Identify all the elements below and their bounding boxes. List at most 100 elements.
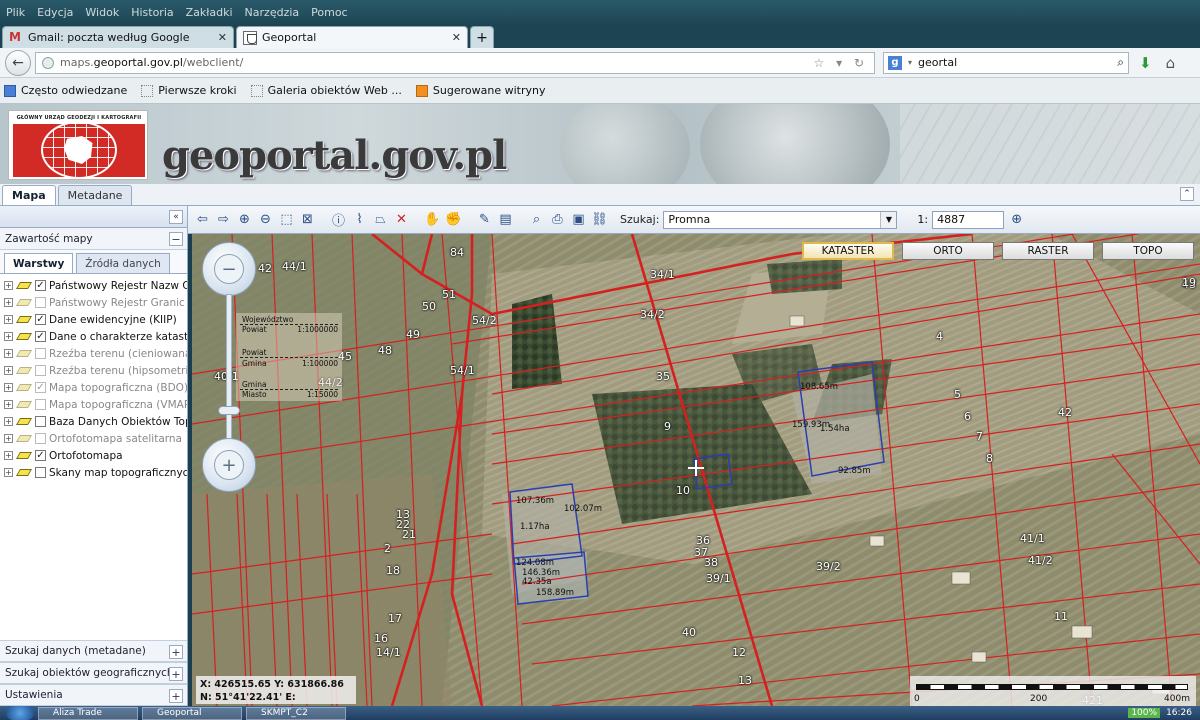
scale-input[interactable]: 4887: [932, 210, 1005, 229]
plus-icon[interactable]: +: [169, 645, 183, 659]
parcel-number-label[interactable]: 41/2: [1028, 554, 1053, 567]
layer-checkbox[interactable]: [35, 348, 46, 359]
new-tab-button[interactable]: +: [470, 26, 494, 48]
parcel-number-label[interactable]: 54/2: [472, 314, 497, 327]
plus-icon[interactable]: +: [169, 667, 183, 681]
layer-button-topo[interactable]: TOPO: [1102, 242, 1194, 260]
collapse-header-icon[interactable]: ⌃: [1180, 187, 1194, 201]
menu-item[interactable]: Edycja: [37, 6, 73, 19]
parcel-number-label[interactable]: 34/1: [650, 268, 675, 281]
parcel-number-label[interactable]: 5: [954, 388, 961, 401]
menu-item[interactable]: Pomoc: [311, 6, 347, 19]
layer-checkbox[interactable]: [35, 416, 46, 427]
expand-icon[interactable]: +: [4, 383, 13, 392]
measure-distance-icon[interactable]: ⌇: [351, 211, 368, 228]
section-search-geo-objects[interactable]: Szukaj obiektów geograficznych +: [0, 662, 187, 684]
parcel-number-label[interactable]: 14/1: [376, 646, 401, 659]
start-button[interactable]: [6, 706, 34, 720]
expand-icon[interactable]: +: [4, 315, 13, 324]
clear-measure-icon[interactable]: ✕: [393, 211, 410, 228]
section-search-metadata[interactable]: Szukaj danych (metadane) +: [0, 640, 187, 662]
back-button[interactable]: ←: [5, 49, 31, 76]
menu-item[interactable]: Widok: [85, 6, 119, 19]
parcel-number-label[interactable]: 11: [1054, 610, 1068, 623]
zoom-in-icon[interactable]: ⊕: [236, 211, 253, 228]
gugik-logo[interactable]: GŁÓWNY URZĄD GEODEZJI I KARTOGRAFII: [8, 110, 148, 180]
parcel-number-label[interactable]: 18: [386, 564, 400, 577]
layer-checkbox[interactable]: [35, 365, 46, 376]
parcel-number-label[interactable]: 50: [422, 300, 436, 313]
layer-item[interactable]: + Państwowy Rejestr Granic: [0, 294, 187, 311]
parcel-number-label[interactable]: 34/2: [640, 308, 665, 321]
parcel-number-label[interactable]: 17: [388, 612, 402, 625]
clock[interactable]: 16:26: [1166, 708, 1192, 718]
parcel-number-label[interactable]: 7: [976, 430, 983, 443]
tab-metadane[interactable]: Metadane: [57, 185, 133, 205]
section-settings[interactable]: Ustawienia +: [0, 684, 187, 706]
parcel-number-label[interactable]: 21: [402, 528, 416, 541]
layer-item[interactable]: + ✓Państwowy Rejestr Nazw Geograficznych: [0, 277, 187, 294]
layer-item[interactable]: + Rzeźba terenu (hipsometria): [0, 362, 187, 379]
close-tab-icon[interactable]: ✕: [452, 31, 461, 44]
parcel-number-label[interactable]: 35: [656, 370, 670, 383]
parcel-number-label[interactable]: 41/1: [1020, 532, 1045, 545]
expand-icon[interactable]: +: [4, 434, 13, 443]
measure-area-icon[interactable]: ⏢: [372, 211, 389, 228]
print-icon[interactable]: ⎙: [549, 211, 566, 228]
minus-icon[interactable]: −: [169, 232, 183, 246]
legend-icon[interactable]: ▤: [497, 211, 514, 228]
layer-item[interactable]: + ✓ Mapa topograficzna (BDO): [0, 379, 187, 396]
zoom-slider-track[interactable]: [226, 294, 232, 444]
parcel-number-label[interactable]: 44/1: [282, 260, 307, 273]
menu-item[interactable]: Plik: [6, 6, 25, 19]
place-search-input[interactable]: Promna ▼: [663, 210, 898, 229]
taskbar-item[interactable]: Geoportal: [142, 706, 242, 720]
expand-icon[interactable]: +: [4, 417, 13, 426]
scale-level-row[interactable]: [240, 357, 338, 358]
expand-icon[interactable]: +: [4, 468, 13, 477]
parcel-number-label[interactable]: 40: [682, 626, 696, 639]
expand-icon[interactable]: +: [4, 400, 13, 409]
parcel-number-label[interactable]: 9: [664, 420, 671, 433]
bookmark-star-icon[interactable]: ☆ ▾ ↻: [814, 56, 868, 70]
expand-icon[interactable]: +: [4, 332, 13, 341]
layer-item[interactable]: + ✓ Dane ewidencyjne (KIIP): [0, 311, 187, 328]
layer-checkbox[interactable]: [35, 297, 46, 308]
layer-item[interactable]: + Ortofotomapa satelitarna: [0, 430, 187, 447]
taskbar-item[interactable]: Aliza Trade: [38, 706, 138, 720]
info-icon[interactable]: ⓘ: [330, 211, 347, 229]
parcel-number-label[interactable]: 39/1: [706, 572, 731, 585]
layer-checkbox[interactable]: [35, 467, 46, 478]
home-icon[interactable]: ⌂: [1166, 54, 1176, 72]
expand-icon[interactable]: +: [4, 281, 13, 290]
google-icon[interactable]: g: [888, 55, 902, 70]
bookmark-most-visited[interactable]: Często odwiedzane: [4, 84, 127, 97]
expand-icon[interactable]: +: [4, 298, 13, 307]
parcel-number-label[interactable]: 42: [258, 262, 272, 275]
back-arrow-icon[interactable]: ⇦: [194, 211, 211, 228]
tab-zrodla-danych[interactable]: Źródła danych: [76, 253, 170, 273]
parcel-number-label[interactable]: 12: [732, 646, 746, 659]
parcel-number-label[interactable]: 54/1: [450, 364, 475, 377]
address-bar[interactable]: maps.geoportal.gov.pl/webclient/ ☆ ▾ ↻: [35, 51, 875, 74]
layer-item[interactable]: + ✓ Ortofotomapa: [0, 447, 187, 464]
zoom-to-scale-icon[interactable]: ⊕: [1008, 211, 1025, 228]
layer-button-kataster[interactable]: KATASTER: [802, 242, 894, 260]
zoom-out-icon[interactable]: ⊖: [257, 211, 274, 228]
parcel-number-label[interactable]: 13: [738, 674, 752, 687]
plus-icon[interactable]: +: [169, 689, 183, 703]
parcel-number-label[interactable]: 42: [1058, 406, 1072, 419]
layer-checkbox[interactable]: ✓: [35, 314, 46, 325]
chevron-down-icon[interactable]: ▾: [908, 58, 912, 67]
tab-warstwy[interactable]: Warstwy: [4, 253, 74, 273]
grab-icon[interactable]: ✊: [445, 211, 462, 228]
expand-icon[interactable]: +: [4, 366, 13, 375]
close-tab-icon[interactable]: ✕: [218, 31, 227, 44]
layer-checkbox[interactable]: [35, 399, 46, 410]
layer-item[interactable]: + ✓Dane o charakterze katastralnym: [0, 328, 187, 345]
search-icon[interactable]: ⌕: [528, 211, 545, 228]
parcel-number-label[interactable]: 16: [374, 632, 388, 645]
bookmark-getting-started[interactable]: Pierwsze kroki: [141, 84, 237, 97]
forward-arrow-icon[interactable]: ⇨: [215, 211, 232, 228]
parcel-number-label[interactable]: 39/2: [816, 560, 841, 573]
